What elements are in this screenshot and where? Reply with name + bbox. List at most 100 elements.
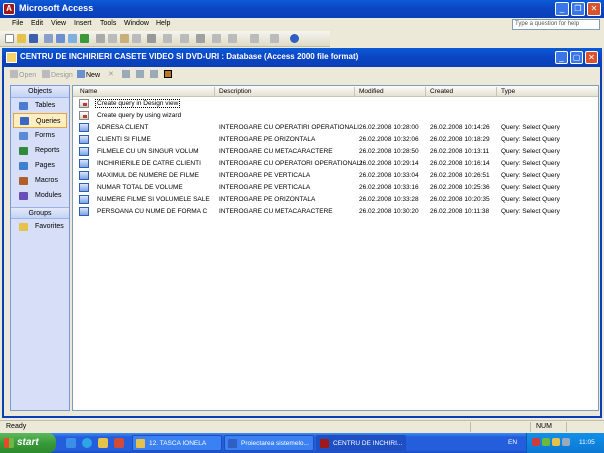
tray-security-icon[interactable] <box>552 438 560 446</box>
task-document[interactable]: Proiectarea sistemelo... <box>224 435 314 451</box>
query-type: Query: Select Query <box>501 208 560 215</box>
column-type[interactable]: Type <box>501 88 515 95</box>
print-icon[interactable] <box>56 34 65 43</box>
select-query-icon <box>79 195 89 204</box>
design-button[interactable]: Design <box>42 70 73 79</box>
object-pages[interactable]: Pages <box>11 158 69 173</box>
menu-file[interactable]: File <box>12 20 23 27</box>
column-divider[interactable] <box>496 87 497 96</box>
details-view-button[interactable] <box>164 70 173 79</box>
script-icon[interactable] <box>270 34 279 43</box>
language-indicator[interactable]: EN <box>508 439 517 446</box>
query-modified: 26.02.2008 10:33:16 <box>359 184 419 191</box>
new-icon[interactable] <box>5 34 14 43</box>
cut-icon[interactable] <box>96 34 105 43</box>
table-row[interactable]: ADRESA CLIENT INTEROGARE CU OPERATIRI OP… <box>73 122 598 134</box>
wizard-icon <box>79 99 89 108</box>
object-forms[interactable]: Forms <box>11 128 69 143</box>
show-desktop-icon[interactable] <box>98 438 108 448</box>
undo-icon[interactable] <box>147 34 156 43</box>
table-row[interactable]: INCHIRIERILE DE CATRE CLIENTI INTEROGARE… <box>73 158 598 170</box>
menu-insert[interactable]: Insert <box>74 20 92 27</box>
wizard-design-view[interactable]: Create query in Design view <box>73 98 598 110</box>
object-macros[interactable]: Macros <box>11 173 69 188</box>
tray-volume-icon[interactable] <box>562 438 570 446</box>
table-row[interactable]: CLIENTI SI FILME INTEROGARE PE ORIZONTAL… <box>73 134 598 146</box>
object-reports[interactable]: Reports <box>11 143 69 158</box>
format-painter-icon[interactable] <box>132 34 141 43</box>
analyze-icon[interactable] <box>180 34 189 43</box>
menu-view[interactable]: View <box>51 20 66 27</box>
objects-header[interactable]: Objects <box>11 86 69 98</box>
object-queries[interactable]: Queries <box>13 113 67 128</box>
db-close-button[interactable]: ✕ <box>585 51 598 64</box>
relationships-icon[interactable] <box>228 34 237 43</box>
open-button[interactable]: Open <box>10 70 36 79</box>
query-created: 26.02.2008 10:13:11 <box>430 148 490 155</box>
column-divider[interactable] <box>214 87 215 96</box>
start-button[interactable]: start <box>0 433 56 453</box>
print-preview-icon[interactable] <box>68 34 77 43</box>
quicklaunch-app-icon[interactable] <box>114 438 124 448</box>
favorites-label: Favorites <box>35 223 64 230</box>
spelling-icon[interactable] <box>80 34 89 43</box>
tray-network-icon[interactable] <box>542 438 550 446</box>
paste-icon[interactable] <box>120 34 129 43</box>
large-icons-button[interactable] <box>122 70 131 79</box>
small-icons-button[interactable] <box>136 70 145 79</box>
new-label: New <box>86 72 101 79</box>
group-favorites[interactable]: Favorites <box>11 219 69 234</box>
column-created[interactable]: Created <box>430 88 453 95</box>
task-folder[interactable]: 12. TASCA IONELA <box>132 435 222 451</box>
clock[interactable]: 11:05 <box>579 439 595 446</box>
minimize-button[interactable]: _ <box>555 2 569 16</box>
close-button[interactable]: ✕ <box>587 2 601 16</box>
menu-help[interactable]: Help <box>156 20 170 27</box>
menu-edit[interactable]: Edit <box>31 20 43 27</box>
table-row[interactable]: NUMERE FILME SI VOLUMELE SALE INTEROGARE… <box>73 194 598 206</box>
code-icon[interactable] <box>196 34 205 43</box>
properties-icon[interactable] <box>212 34 221 43</box>
office-links-icon[interactable] <box>163 34 172 43</box>
copy-icon[interactable] <box>108 34 117 43</box>
task-label: 12. TASCA IONELA <box>149 440 207 447</box>
column-divider[interactable] <box>354 87 355 96</box>
query-created: 26.02.2008 10:11:38 <box>430 208 490 215</box>
help-icon[interactable] <box>290 34 299 43</box>
media-player-icon[interactable] <box>82 438 92 448</box>
table-row[interactable]: MAXIMUL DE NUMERE DE FILME INTEROGARE PE… <box>73 170 598 182</box>
save-icon[interactable] <box>29 34 38 43</box>
column-description[interactable]: Description <box>219 88 252 95</box>
db-maximize-button[interactable]: ▢ <box>570 51 583 64</box>
delete-button[interactable]: ✕ <box>108 70 114 78</box>
internet-explorer-icon[interactable] <box>66 438 76 448</box>
search-icon[interactable] <box>44 34 53 43</box>
open-folder-icon[interactable] <box>17 34 26 43</box>
tray-antivirus-icon[interactable] <box>532 438 540 446</box>
task-access-database[interactable]: CENTRU DE INCHIRI... <box>316 435 406 451</box>
open-label: Open <box>19 72 37 79</box>
menu-tools[interactable]: Tools <box>100 20 116 27</box>
new-button[interactable]: New <box>77 70 100 79</box>
new-object-icon[interactable] <box>250 34 259 43</box>
database-toolbar: Open Design New ✕ <box>4 68 600 82</box>
table-row[interactable]: FILMELE CU UN SINGUR VOLUM INTEROGARE CU… <box>73 146 598 158</box>
help-search-input[interactable]: Type a question for help <box>512 19 600 30</box>
database-icon <box>6 52 17 63</box>
object-modules[interactable]: Modules <box>11 188 69 203</box>
menu-window[interactable]: Window <box>124 20 149 27</box>
query-modified: 26.02.2008 10:32:06 <box>359 136 419 143</box>
groups-header[interactable]: Groups <box>11 207 69 219</box>
wizard-query-wizard[interactable]: Create query by using wizard <box>73 110 598 122</box>
status-text: Ready <box>6 423 27 430</box>
column-name[interactable]: Name <box>80 88 97 95</box>
column-divider[interactable] <box>425 87 426 96</box>
restore-button[interactable]: ❐ <box>571 2 585 16</box>
table-row[interactable]: PERSOANA CU NUME DE FORMA C INTEROGARE C… <box>73 206 598 218</box>
db-minimize-button[interactable]: _ <box>555 51 568 64</box>
list-view-button[interactable] <box>150 70 159 79</box>
column-modified[interactable]: Modified <box>359 88 384 95</box>
table-row[interactable]: NUMAR TOTAL DE VOLUME INTEROGARE PE VERT… <box>73 182 598 194</box>
query-modified: 26.02.2008 10:29:14 <box>359 160 419 167</box>
object-tables[interactable]: Tables <box>11 98 69 113</box>
